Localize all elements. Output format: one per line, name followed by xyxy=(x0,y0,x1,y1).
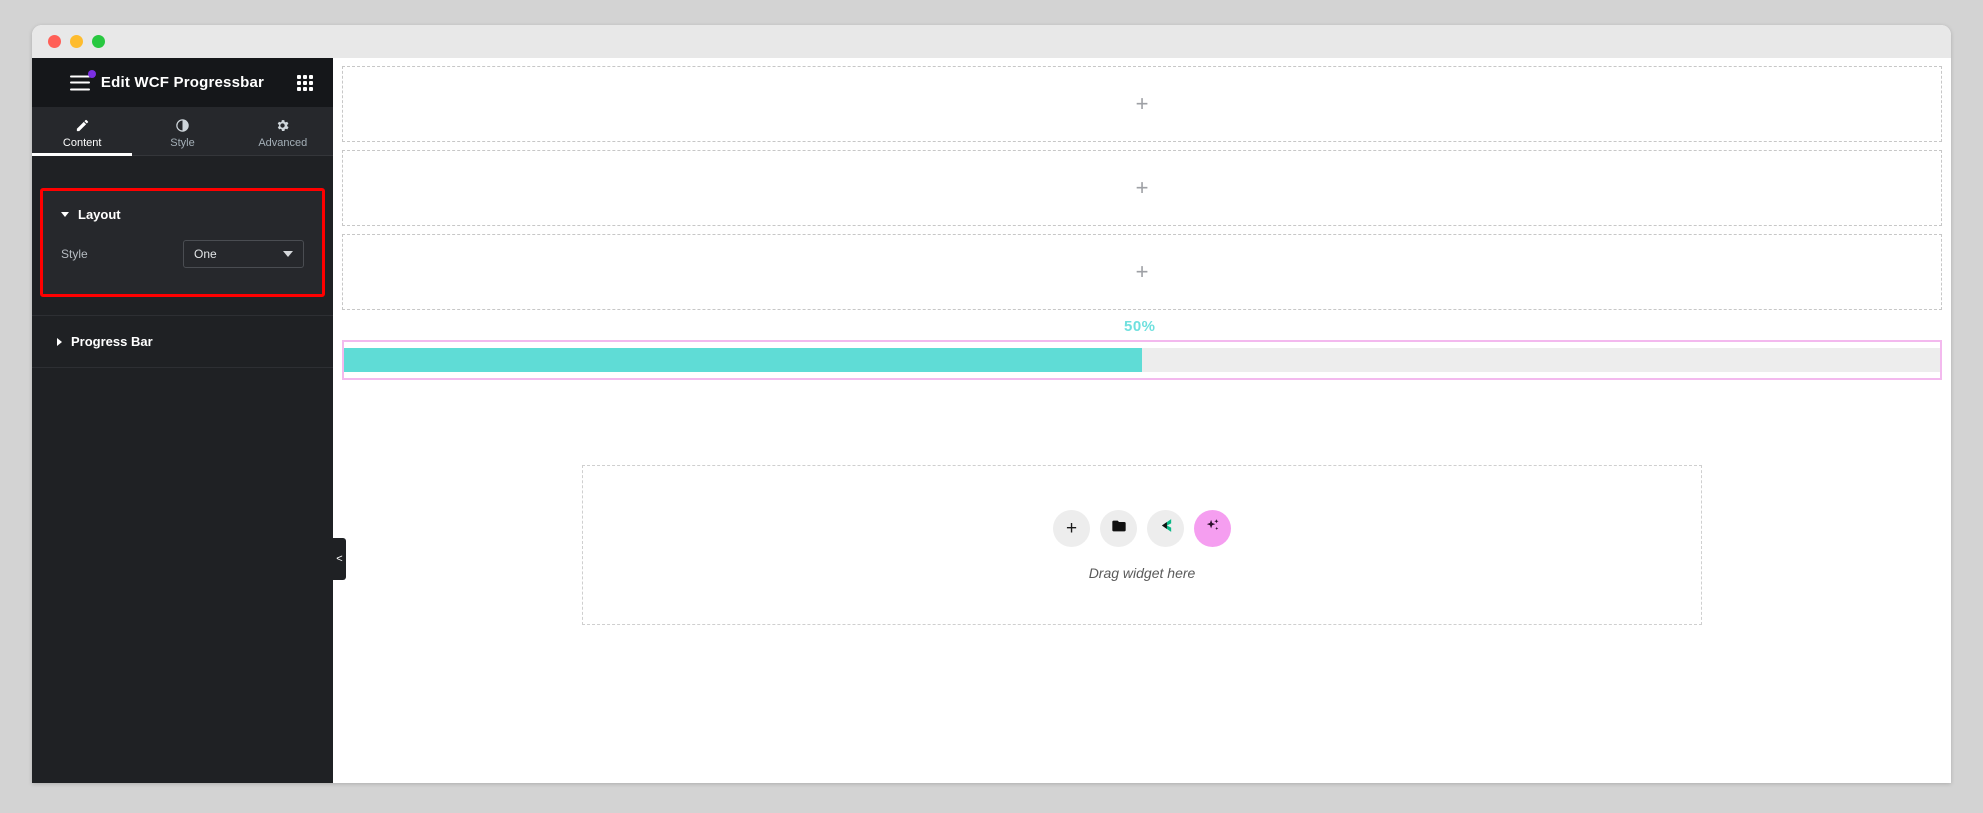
notification-dot-icon xyxy=(88,70,96,78)
pencil-icon xyxy=(75,118,90,133)
style-select[interactable]: One xyxy=(183,240,304,268)
window-close-button[interactable] xyxy=(48,35,61,48)
progressbar-fill xyxy=(344,348,1142,372)
add-section-button[interactable]: + xyxy=(1136,93,1149,115)
section-layout: Layout Style One xyxy=(40,188,325,297)
section-progress-bar: Progress Bar xyxy=(32,315,333,368)
tab-advanced-label: Advanced xyxy=(258,136,308,149)
add-element-button[interactable]: + xyxy=(1053,509,1090,547)
chevron-down-icon xyxy=(61,212,69,217)
section-layout-header[interactable]: Layout xyxy=(43,191,322,234)
editor-canvas: < + + + 50% + Drag widget here xyxy=(333,58,1951,783)
panel-header: Edit WCF Progressbar xyxy=(32,58,333,107)
tab-content-label: Content xyxy=(62,136,102,149)
panel-body: Layout Style One Progress Bar xyxy=(32,156,333,783)
panel-tabs: Content Style Advanced xyxy=(32,107,333,156)
plus-icon: + xyxy=(1065,517,1078,539)
section-layout-title: Layout xyxy=(78,207,121,222)
empty-section-1[interactable]: + xyxy=(342,66,1942,142)
drop-zone-caption: Drag widget here xyxy=(1088,564,1196,581)
control-style-label: Style xyxy=(61,247,88,261)
sparkles-icon xyxy=(1204,517,1221,539)
progressbar-percent-label: 50% xyxy=(1124,318,1156,335)
hamburger-icon[interactable] xyxy=(70,75,90,90)
add-template-button[interactable] xyxy=(1100,509,1137,547)
add-section-button[interactable]: + xyxy=(1136,177,1149,199)
editor-workspace: Edit WCF Progressbar Content Style Advan… xyxy=(32,58,1951,783)
tab-style-label: Style xyxy=(170,136,195,149)
tab-advanced[interactable]: Advanced xyxy=(233,107,333,155)
chevron-left-icon: < xyxy=(336,553,343,565)
tab-content[interactable]: Content xyxy=(32,107,133,156)
ai-builder-button[interactable] xyxy=(1194,509,1231,547)
folder-icon xyxy=(1111,518,1127,539)
section-progress-bar-header[interactable]: Progress Bar xyxy=(32,316,333,367)
section-progress-bar-title: Progress Bar xyxy=(71,334,153,349)
progressbar-widget[interactable]: 50% xyxy=(342,310,1942,380)
elementor-logo-icon xyxy=(1157,517,1174,539)
widget-drop-zone[interactable]: + Drag widget here xyxy=(582,465,1702,625)
control-style: Style One xyxy=(43,234,322,294)
chevron-down-icon xyxy=(283,251,293,257)
style-select-value: One xyxy=(194,247,217,261)
window-maximize-button[interactable] xyxy=(92,35,105,48)
browser-window: Edit WCF Progressbar Content Style Advan… xyxy=(32,25,1951,783)
editor-panel: Edit WCF Progressbar Content Style Advan… xyxy=(32,58,333,783)
window-minimize-button[interactable] xyxy=(70,35,83,48)
tab-style[interactable]: Style xyxy=(132,107,232,155)
progressbar-track xyxy=(344,348,1940,372)
elementor-kit-button[interactable] xyxy=(1147,509,1184,547)
contrast-icon xyxy=(175,118,190,133)
window-titlebar xyxy=(32,25,1951,58)
grid-apps-icon[interactable] xyxy=(297,74,313,91)
progressbar-selection-outline xyxy=(342,340,1942,380)
empty-section-2[interactable]: + xyxy=(342,150,1942,226)
drop-zone-buttons: + xyxy=(1053,509,1231,547)
chevron-right-icon xyxy=(57,337,62,346)
add-section-button[interactable]: + xyxy=(1136,261,1149,283)
collapse-panel-handle[interactable]: < xyxy=(333,538,346,580)
gear-icon xyxy=(275,118,290,133)
empty-section-3[interactable]: + xyxy=(342,234,1942,310)
